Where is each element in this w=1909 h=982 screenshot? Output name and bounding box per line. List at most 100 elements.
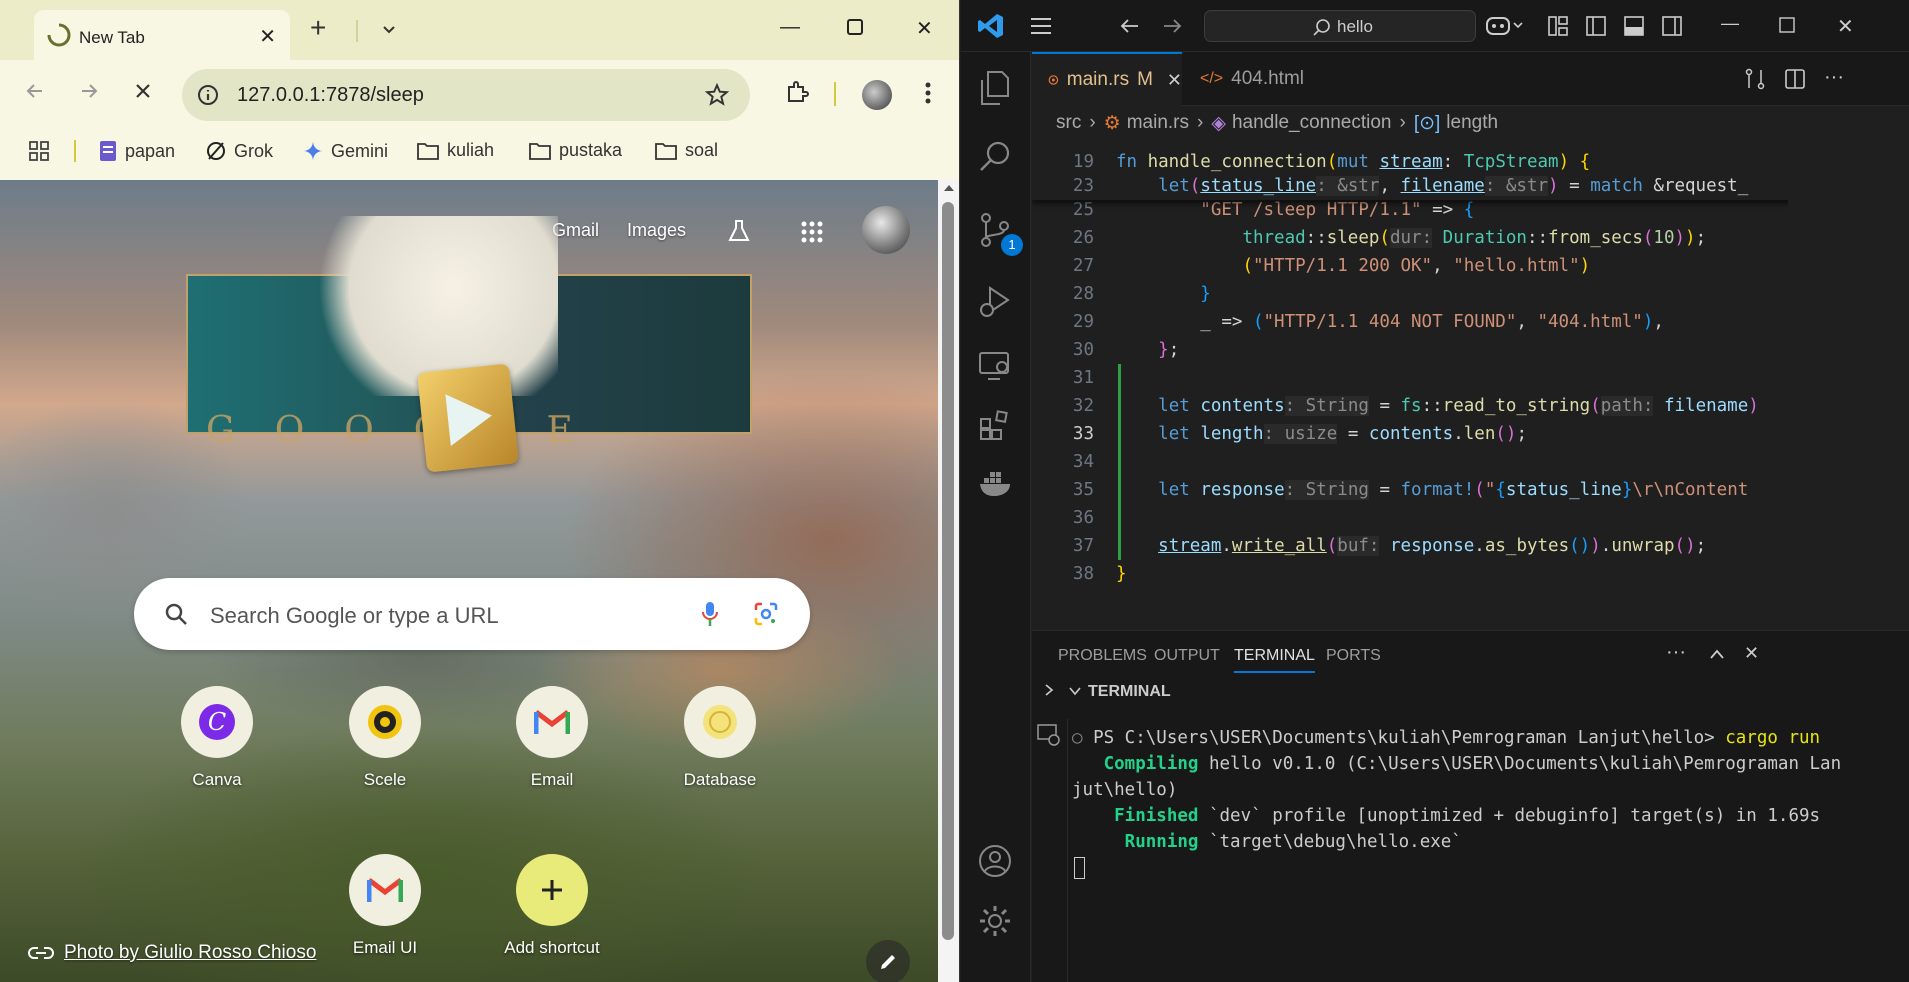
tab-search-chevron-icon[interactable]: [380, 20, 398, 38]
tab-output[interactable]: OUTPUT: [1154, 647, 1220, 665]
chrome-tab-new-tab[interactable]: New Tab ✕: [34, 10, 290, 60]
code-line[interactable]: 27 ("HTTP/1.1 200 OK", "hello.html"): [1032, 252, 1788, 280]
labs-flask-icon[interactable]: [726, 218, 752, 244]
explorer-icon[interactable]: [978, 70, 1012, 106]
customize-pencil-icon[interactable]: [866, 940, 910, 982]
copilot-icon[interactable]: [1485, 14, 1525, 38]
code-line[interactable]: 26 thread::sleep(dur: Duration::from_sec…: [1032, 224, 1788, 252]
tab-404-html[interactable]: </> 404.html: [1184, 52, 1334, 106]
more-actions-icon[interactable]: ···: [1824, 66, 1844, 89]
photo-credit-link[interactable]: Photo by Giulio Rosso Chioso: [28, 942, 316, 964]
tab-main-rs[interactable]: main.rs M ✕: [1032, 52, 1182, 106]
chrome-menu-icon[interactable]: [924, 80, 932, 106]
shortcut-canva[interactable]: C Canva: [162, 686, 272, 790]
new-tab-button[interactable]: +: [310, 14, 326, 42]
vscode-minimize-button[interactable]: —: [1721, 13, 1739, 34]
nav-forward-icon[interactable]: [1161, 16, 1183, 36]
bookmark-folder-soal[interactable]: soal: [654, 140, 718, 161]
gmail-link[interactable]: Gmail: [552, 220, 599, 241]
stop-loading-icon[interactable]: [132, 80, 154, 102]
run-debug-icon[interactable]: [978, 284, 1012, 320]
toggle-panel-icon[interactable]: [1623, 15, 1645, 37]
breadcrumb-function[interactable]: handle_connection: [1232, 112, 1392, 134]
minimize-button[interactable]: —: [780, 16, 800, 39]
bookmark-folder-kuliah[interactable]: kuliah: [416, 140, 494, 161]
google-doodle[interactable]: GOOGLE: [176, 216, 762, 473]
code-line[interactable]: 31: [1032, 364, 1788, 392]
address-bar[interactable]: 127.0.0.1:7878/sleep: [182, 69, 750, 121]
apps-grid-icon[interactable]: [28, 140, 50, 162]
accounts-icon[interactable]: [978, 844, 1012, 878]
settings-gear-icon[interactable]: [978, 904, 1012, 938]
shortcut-database[interactable]: Database: [665, 686, 775, 790]
code-line[interactable]: 36: [1032, 504, 1788, 532]
toggle-primary-sidebar-icon[interactable]: [1585, 15, 1607, 37]
tab-terminal[interactable]: TERMINAL: [1234, 647, 1315, 673]
docker-icon[interactable]: [978, 468, 1014, 498]
forward-icon[interactable]: [78, 80, 100, 102]
code-line[interactable]: 33 let length: usize = contents.len();: [1032, 420, 1788, 448]
google-search-box[interactable]: Search Google or type a URL: [134, 578, 810, 650]
close-panel-icon[interactable]: ✕: [1744, 643, 1759, 664]
code-line[interactable]: 23 let(status_line: &str, filename: &str…: [1032, 172, 1788, 200]
profile-avatar[interactable]: [862, 80, 892, 110]
open-changes-icon[interactable]: [1744, 68, 1766, 90]
scrollbar-thumb[interactable]: [942, 202, 954, 940]
close-tab-icon[interactable]: ✕: [1167, 70, 1182, 91]
code-line[interactable]: 34: [1032, 448, 1788, 476]
vscode-close-button[interactable]: ✕: [1837, 14, 1854, 39]
back-icon[interactable]: [24, 80, 46, 102]
extensions-icon[interactable]: [978, 408, 1012, 442]
menu-hamburger-icon[interactable]: [1029, 16, 1053, 36]
code-line[interactable]: 35 let response: String = format!("{stat…: [1032, 476, 1788, 504]
code-line[interactable]: 37 stream.write_all(buf: response.as_byt…: [1032, 532, 1788, 560]
code-editor[interactable]: 19 fn handle_connection(mut stream: TcpSt…: [1032, 138, 1788, 628]
tab-ports[interactable]: PORTS: [1326, 647, 1381, 665]
bookmark-folder-pustaka[interactable]: pustaka: [528, 140, 622, 161]
search-icon[interactable]: [978, 140, 1012, 174]
code-line[interactable]: 38}: [1032, 560, 1788, 588]
doodle-google-word: GOOGLE: [206, 410, 613, 451]
page-scrollbar[interactable]: [938, 180, 959, 982]
terminal-output[interactable]: ○ PS C:\Users\USER\Documents\kuliah\Pemr…: [1072, 725, 1841, 881]
command-center-search[interactable]: hello: [1204, 10, 1476, 42]
google-lens-icon[interactable]: [752, 600, 780, 628]
code-line[interactable]: 32 let contents: String = fs::read_to_st…: [1032, 392, 1788, 420]
split-editor-icon[interactable]: [1784, 68, 1806, 90]
breadcrumb-variable[interactable]: length: [1446, 112, 1498, 134]
customize-layout-icon[interactable]: [1547, 15, 1569, 37]
bookmark-gemini[interactable]: Gemini: [302, 140, 388, 162]
maximize-panel-chevron-icon[interactable]: [1708, 647, 1726, 661]
bookmark-star-icon[interactable]: [704, 82, 730, 108]
close-tab-icon[interactable]: ✕: [259, 24, 276, 49]
shortcut-add[interactable]: Add shortcut: [497, 854, 607, 958]
nav-back-icon[interactable]: [1119, 16, 1141, 36]
extensions-icon[interactable]: [784, 79, 810, 105]
collapse-chevron-icon[interactable]: [1042, 683, 1056, 697]
vscode-maximize-button[interactable]: [1779, 17, 1795, 33]
account-avatar[interactable]: [862, 206, 910, 254]
panel-more-icon[interactable]: ···: [1666, 641, 1686, 664]
breadcrumb-src[interactable]: src: [1056, 112, 1081, 134]
bookmark-papan[interactable]: papan: [98, 140, 175, 162]
toggle-secondary-sidebar-icon[interactable]: [1661, 15, 1683, 37]
breadcrumb-main-rs[interactable]: main.rs: [1127, 112, 1189, 134]
doodle-play-button[interactable]: [417, 363, 519, 473]
remote-explorer-icon[interactable]: [978, 350, 1012, 382]
shortcut-email[interactable]: Email: [497, 686, 607, 790]
terminal-expand-chevron-icon[interactable]: [1068, 684, 1082, 698]
bookmark-grok[interactable]: Grok: [205, 140, 273, 162]
code-line[interactable]: 29 _ => ("HTTP/1.1 404 NOT FOUND", "404.…: [1032, 308, 1788, 336]
code-line[interactable]: 30 };: [1032, 336, 1788, 364]
maximize-button[interactable]: [846, 18, 864, 36]
code-line[interactable]: 28 }: [1032, 280, 1788, 308]
google-apps-icon[interactable]: [800, 220, 824, 244]
tab-problems[interactable]: PROBLEMS: [1058, 647, 1147, 665]
shortcut-scele[interactable]: Scele: [330, 686, 440, 790]
close-window-button[interactable]: ✕: [916, 16, 933, 41]
site-info-icon[interactable]: [196, 83, 220, 107]
images-link[interactable]: Images: [627, 220, 686, 241]
shortcut-email-ui[interactable]: Email UI: [330, 854, 440, 958]
code-line[interactable]: 25 "GET /sleep HTTP/1.1" => {: [1032, 196, 1788, 224]
voice-search-mic-icon[interactable]: [700, 600, 720, 628]
